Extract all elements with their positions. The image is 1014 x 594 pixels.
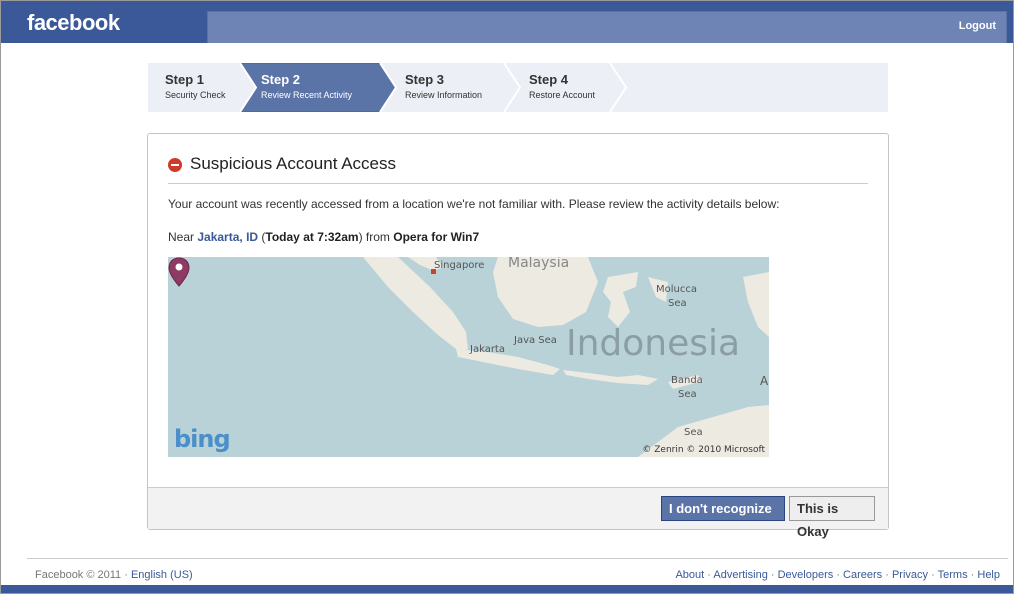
map-label-edge: A [760,374,769,388]
step-3: Step 3 Review Information [388,63,508,112]
step-1: Step 1 Security Check [148,63,240,112]
footer-left: Facebook © 2011 · English (US) [35,569,193,581]
browser-name: Opera for Win7 [393,230,480,244]
bottom-strip [1,585,1013,593]
map-label-timor-sea: Sea [684,427,703,438]
footer-separator: · [970,569,975,581]
step-3-label: Review Information [405,90,483,100]
step-progress: Step 1 Security Check Step 2 Review Rece… [148,63,888,112]
map-label-molucca-sea: Sea [668,298,687,309]
step-3-number: Step 3 [405,72,445,87]
this-is-okay-button[interactable]: This is Okay [789,496,875,539]
footer-separator: · [885,569,889,581]
footer-link-privacy[interactable]: Privacy [892,569,928,581]
singapore-marker [431,269,436,274]
footer-separator: · [931,569,935,581]
map-label-banda-sea: Sea [678,389,697,400]
step-2-number: Step 2 [261,72,301,87]
map-label-malaysia: Malaysia [508,257,570,271]
map-label-molucca: Molucca [656,284,697,295]
city-link[interactable]: Jakarta, ID [197,230,258,244]
footer-link-terms[interactable]: Terms [938,569,968,581]
step-4-label: Restore Account [529,90,596,100]
step-4-number: Step 4 [529,72,569,87]
location-details: Near Jakarta, ID (Today at 7:32am) from … [168,230,479,244]
footer-link-about[interactable]: About [675,569,704,581]
step-1-label: Security Check [165,90,226,100]
footer-link-careers[interactable]: Careers [843,569,882,581]
sunda-shape [563,370,658,385]
map-label-indonesia: Indonesia [566,323,741,364]
map-label-java-sea: Java Sea [514,335,557,346]
top-bar: facebook Logout [1,1,1013,43]
step-2: Step 2 Review Recent Activity [244,63,394,112]
intro-text: Your account was recently accessed from … [168,197,780,211]
suspicious-access-panel: Suspicious Account Access Your account w… [147,133,889,539]
panel-header: Suspicious Account Access [168,154,868,184]
footer-copyright: Facebook © 2011 · [35,569,128,581]
page-footer: Facebook © 2011 · English (US) About · A… [27,558,1008,584]
step-1-number: Step 1 [165,72,205,87]
map-label-banda: Banda [671,375,703,386]
from-label: ) from [358,230,390,244]
logout-link[interactable]: Logout [959,20,996,32]
sulawesi-shape [603,272,638,327]
dont-recognize-button[interactable]: I don't recognize [661,496,785,521]
step-2-label: Review Recent Activity [261,90,353,100]
access-time: Today at 7:32am [265,230,359,244]
bing-logo: bing [174,425,231,453]
panel-title: Suspicious Account Access [190,154,397,173]
panel-actions: I don't recognize This is Okay [148,487,888,539]
facebook-logo[interactable]: facebook [27,10,120,36]
footer-link-advertising[interactable]: Advertising [713,569,767,581]
top-bar-nav: Logout [207,11,1007,43]
footer-link-help[interactable]: Help [977,569,1000,581]
map-label-jakarta: Jakarta [470,344,505,355]
footer-separator: · [770,569,775,581]
papua-shape [743,272,769,337]
step-4: Step 4 Restore Account [512,63,622,112]
language-link[interactable]: English (US) [131,569,193,581]
footer-links: About · Advertising · Developers · Caree… [675,569,1000,581]
footer-link-developers[interactable]: Developers [778,569,834,581]
location-map[interactable]: Singapore Malaysia Molucca Sea Java Sea … [168,257,769,457]
near-label: Near [168,230,195,244]
map-label-singapore: Singapore [434,260,485,271]
footer-separator: · [836,569,840,581]
footer-separator: · [707,569,711,581]
sumatra-shape [363,257,468,352]
alert-icon [168,158,182,172]
map-copyright: © Zenrin © 2010 Microsoft [642,445,765,455]
location-pin-icon [168,257,190,287]
